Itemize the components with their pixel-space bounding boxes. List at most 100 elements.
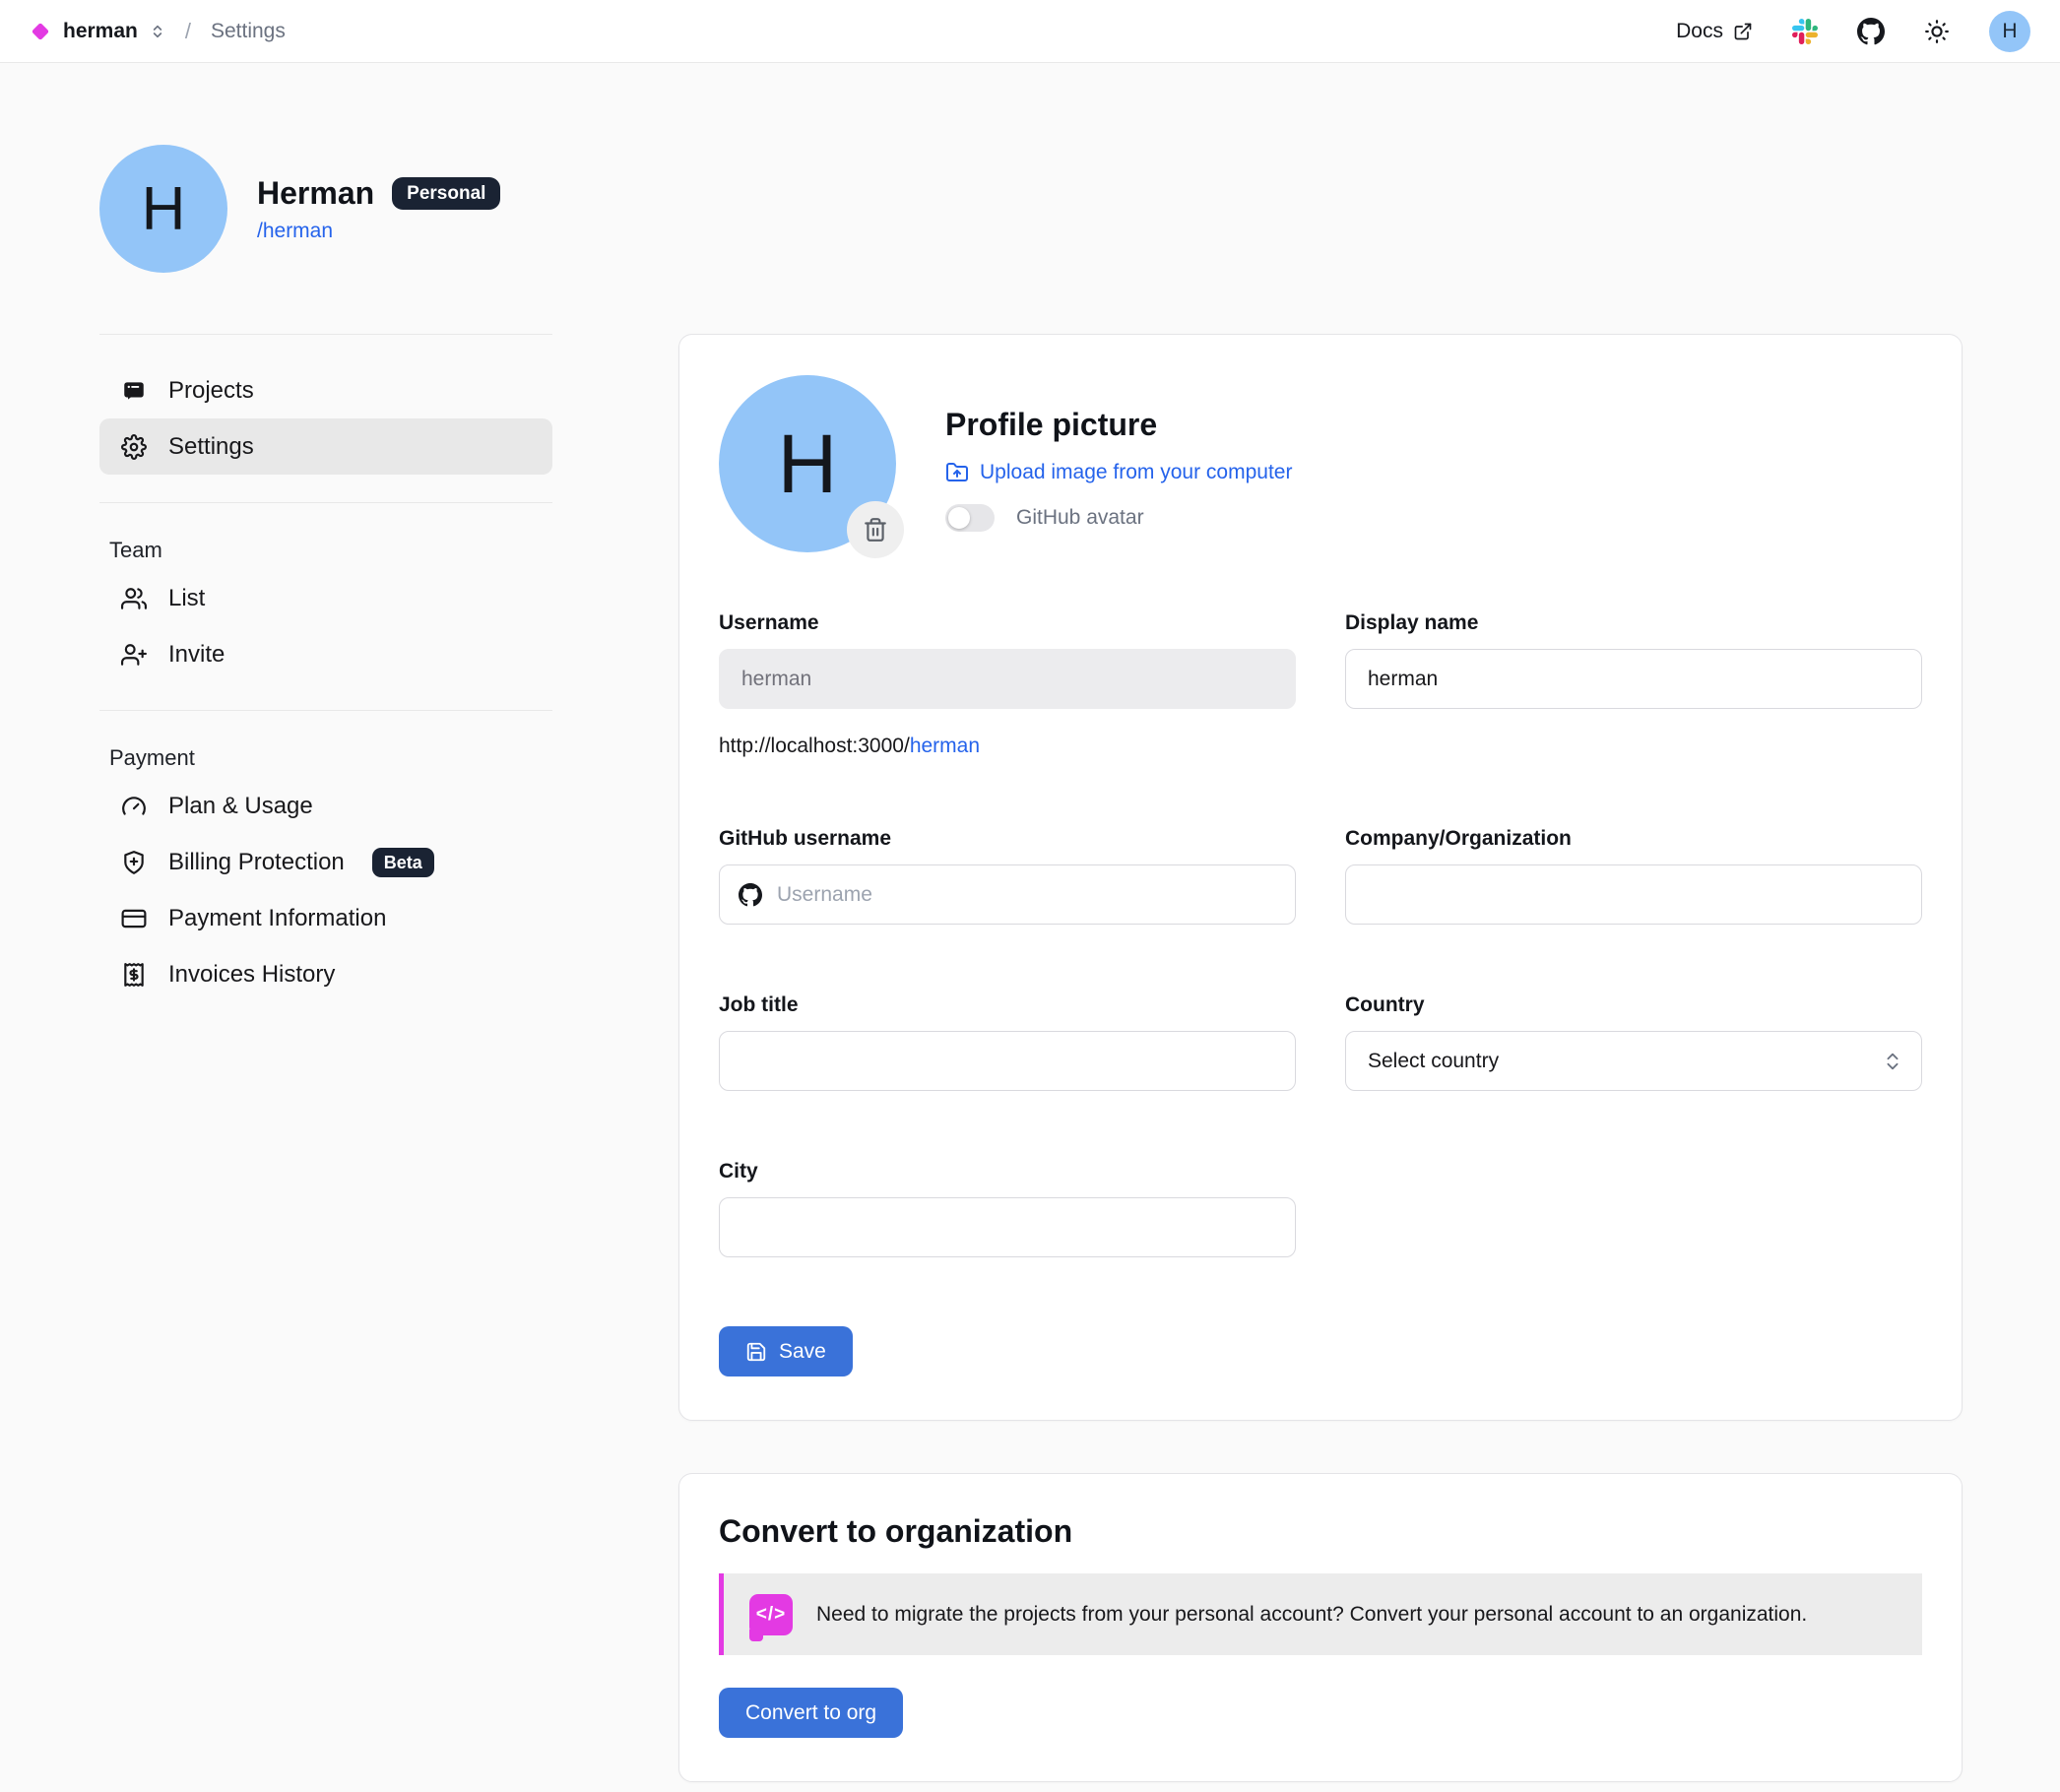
sidebar-item-team-list[interactable]: List [99,570,552,626]
chevrons-up-down-icon [1882,1051,1903,1072]
github-username-input[interactable] [719,864,1296,925]
convert-notice-text: Need to migrate the projects from your p… [816,1603,1807,1627]
save-label: Save [779,1340,826,1364]
sidebar-divider [99,710,552,711]
convert-to-organization-card: Convert to organization </> Need to migr… [678,1473,1963,1782]
sidebar-item-team-invite[interactable]: Invite [99,626,552,682]
sidebar-section-payment: Payment [99,738,552,778]
sidebar-item-projects[interactable]: Projects [99,362,552,418]
github-icon [1857,18,1885,45]
sidebar-item-label: Payment Information [168,905,386,932]
sidebar-divider [99,502,552,503]
topbar: herman / Settings Docs H [0,0,2060,63]
city-input[interactable] [719,1197,1296,1257]
convert-notice-banner: </> Need to migrate the projects from yo… [719,1573,1922,1655]
external-link-icon [1733,22,1753,41]
display-name-input[interactable] [1345,649,1922,709]
projects-icon [121,378,147,404]
user-plus-icon [121,642,147,668]
toggle-knob [948,507,970,529]
github-username-field-group: GitHub username [719,827,1296,925]
github-avatar-toggle-label: GitHub avatar [1016,506,1144,530]
topbar-actions: Docs H [1676,11,2030,52]
breadcrumb: herman / Settings [30,19,286,44]
beta-badge: Beta [372,848,434,877]
display-name-field-group: Display name [1345,611,1922,758]
github-username-label: GitHub username [719,827,1296,851]
profile-url-handle-link[interactable]: herman [910,735,980,757]
gauge-icon [121,794,147,819]
github-button[interactable] [1857,18,1885,45]
trash-icon [863,517,888,543]
credit-card-icon [121,906,147,931]
profile-form: Username http://localhost:3000/herman Di… [719,611,1922,1257]
country-select-value: Select country [1368,1050,1499,1073]
receipt-dollar-icon [121,962,147,988]
slack-button[interactable] [1792,19,1818,44]
convert-to-org-label: Convert to org [745,1701,876,1725]
username-field-group: Username http://localhost:3000/herman [719,611,1296,758]
sidebar-item-billing-protection[interactable]: Billing Protection Beta [99,834,552,890]
convert-to-org-button[interactable]: Convert to org [719,1688,903,1738]
sidebar-item-label: Invoices History [168,961,335,989]
country-label: Country [1345,993,1922,1017]
save-icon [745,1341,767,1363]
user-avatar-initial: H [2002,20,2017,43]
profile-url: http://localhost:3000/herman [719,735,1296,758]
profile-header: H Herman Personal /herman [99,145,552,273]
display-name-label: Display name [1345,611,1922,635]
profile-handle-link[interactable]: /herman [257,220,333,243]
save-button[interactable]: Save [719,1326,853,1376]
profile-avatar-initial: H [142,174,186,244]
upload-image-link[interactable]: Upload image from your computer [945,461,1292,484]
city-label: City [719,1160,1296,1184]
sidebar-item-payment-information[interactable]: Payment Information [99,890,552,946]
country-field-group: Country Select country [1345,993,1922,1091]
sidebar-item-label: Invite [168,641,225,669]
company-input[interactable] [1345,864,1922,925]
city-field-group: City [719,1160,1296,1257]
job-title-field-group: Job title [719,993,1296,1091]
username-label: Username [719,611,1296,635]
user-avatar[interactable]: H [1989,11,2030,52]
sidebar-nav: Projects Settings [99,362,552,475]
profile-picture: H [719,375,896,552]
company-label: Company/Organization [1345,827,1922,851]
docs-button[interactable]: Docs [1676,20,1753,43]
company-field-group: Company/Organization [1345,827,1922,925]
github-input-icon [739,883,762,907]
profile-name: Herman [257,175,374,212]
job-title-label: Job title [719,993,1296,1017]
sidebar-item-label: Billing Protection [168,849,345,876]
sidebar-item-label: Settings [168,433,254,461]
workspace-switcher-icon[interactable] [150,24,165,39]
sidebar-section-team: Team [99,531,552,570]
sidebar-item-plan-usage[interactable]: Plan & Usage [99,778,552,834]
sidebar-item-label: Plan & Usage [168,793,313,820]
sidebar-item-label: List [168,585,205,612]
sidebar-item-label: Projects [168,377,254,405]
breadcrumb-current: Settings [211,20,286,43]
sidebar-item-invoices-history[interactable]: Invoices History [99,946,552,1002]
profile-avatar: H [99,145,227,273]
users-icon [121,586,147,611]
delete-avatar-button[interactable] [847,501,904,558]
theme-toggle-button[interactable] [1924,19,1950,44]
slack-icon [1792,19,1818,44]
brand-diamond-icon [30,21,51,42]
sidebar-item-settings[interactable]: Settings [99,418,552,475]
job-title-input[interactable] [719,1031,1296,1091]
profile-settings-card: H Profile picture Upload image from your… [678,334,1963,1421]
sidebar-divider [99,334,552,335]
username-input [719,649,1296,709]
code-chip-icon: </> [749,1594,793,1635]
shield-plus-icon [121,850,147,875]
github-avatar-toggle[interactable] [945,504,995,532]
docs-label: Docs [1676,20,1723,43]
workspace-name[interactable]: herman [63,20,138,43]
convert-title: Convert to organization [719,1513,1922,1550]
country-select[interactable]: Select country [1345,1031,1922,1091]
sun-icon [1924,19,1950,44]
profile-picture-initial: H [778,416,838,512]
profile-picture-title: Profile picture [945,407,1292,443]
